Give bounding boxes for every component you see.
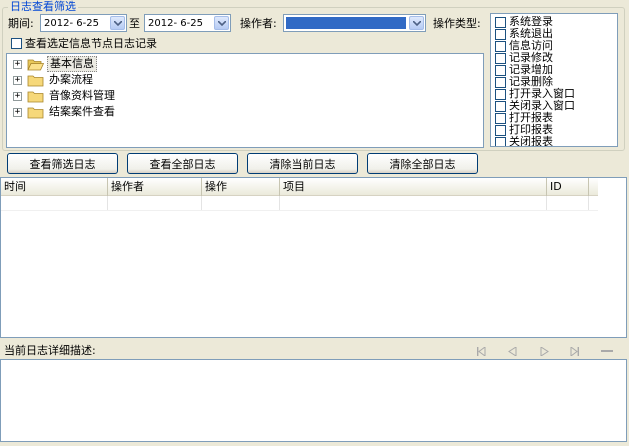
op-type-label: 关闭报表: [509, 135, 553, 147]
folder-icon: [27, 75, 44, 86]
checkbox-box[interactable]: [495, 100, 506, 112]
op-type-label: 操作类型:: [433, 17, 481, 30]
expand-icon[interactable]: +: [13, 91, 22, 101]
date-to-picker[interactable]: 2012- 6-25: [144, 14, 231, 32]
chevron-down-icon[interactable]: [214, 16, 229, 30]
operator-label: 操作者:: [240, 17, 277, 30]
column-divider: [107, 196, 108, 211]
tree-node[interactable]: + 办案流程: [7, 72, 95, 88]
folder-icon: [27, 91, 44, 102]
view-selected-checkbox[interactable]: 查看选定信息节点日志记录: [11, 37, 157, 50]
checkbox-box[interactable]: [495, 52, 506, 64]
log-table[interactable]: 时间 操作者 操作 项目 ID: [0, 177, 627, 338]
expand-icon[interactable]: +: [13, 75, 22, 85]
info-node-tree[interactable]: + 基本信息 + 办案流程 + 音像资料管理 + 结案案件查看: [6, 53, 484, 148]
delete-icon[interactable]: [596, 344, 618, 358]
view-selected-label: 查看选定信息节点日志记录: [25, 37, 157, 50]
column-header-id[interactable]: ID: [547, 178, 589, 196]
view-filtered-log-button[interactable]: 查看筛选日志: [7, 153, 118, 174]
chevron-down-icon[interactable]: [110, 16, 125, 30]
column-divider: [279, 196, 280, 211]
checkbox-box[interactable]: [495, 76, 506, 88]
tree-node[interactable]: + 基本信息: [7, 56, 97, 72]
tree-node-label: 结案案件查看: [49, 105, 115, 118]
checkbox-box[interactable]: [495, 136, 506, 146]
checkbox-box[interactable]: [495, 16, 506, 28]
operator-select[interactable]: [283, 14, 426, 32]
prev-icon[interactable]: [501, 344, 523, 358]
chevron-down-icon[interactable]: [409, 16, 424, 30]
checkbox-box[interactable]: [495, 28, 506, 40]
checkbox-box[interactable]: [495, 64, 506, 76]
column-divider: [588, 196, 589, 211]
last-icon[interactable]: [564, 344, 586, 358]
to-label: 至: [129, 17, 140, 30]
operator-selection: [286, 17, 406, 29]
detail-textarea[interactable]: [0, 359, 627, 442]
column-divider: [546, 196, 547, 211]
tree-node-label: 办案流程: [49, 73, 93, 86]
checkbox-box[interactable]: [495, 124, 506, 136]
tree-node[interactable]: + 音像资料管理: [7, 88, 117, 104]
checkbox-box[interactable]: [495, 112, 506, 124]
folder-icon: [27, 107, 44, 118]
date-to-value: 2012- 6-25: [148, 17, 203, 29]
date-from-picker[interactable]: 2012- 6-25: [40, 14, 127, 32]
column-header-time[interactable]: 时间: [1, 178, 108, 196]
checkbox-box[interactable]: [495, 88, 506, 100]
tree-node-label: 基本信息: [47, 56, 97, 72]
column-header-operation[interactable]: 操作: [202, 178, 280, 196]
tree-node-label: 音像资料管理: [49, 89, 115, 102]
column-header-item[interactable]: 项目: [280, 178, 547, 196]
table-header: 时间 操作者 操作 项目 ID: [1, 178, 598, 196]
detail-label: 当前日志详细描述:: [4, 344, 96, 357]
tree-node[interactable]: + 结案案件查看: [7, 104, 117, 120]
clear-current-log-button[interactable]: 清除当前日志: [247, 153, 358, 174]
open-folder-icon: [27, 59, 44, 70]
date-from-value: 2012- 6-25: [44, 17, 99, 29]
first-icon[interactable]: [470, 344, 492, 358]
row-divider: [1, 210, 598, 211]
filter-group-title: 日志查看筛选: [8, 0, 78, 13]
next-icon[interactable]: [533, 344, 555, 358]
clear-all-log-button[interactable]: 清除全部日志: [367, 153, 478, 174]
view-all-log-button[interactable]: 查看全部日志: [127, 153, 238, 174]
column-header-operator[interactable]: 操作者: [108, 178, 202, 196]
checkbox-box[interactable]: [11, 38, 22, 49]
op-type-list[interactable]: 系统登录 系统退出 信息访问 记录修改 记录增加 记录删除 打开录入窗口 关闭录…: [490, 13, 618, 147]
column-divider: [201, 196, 202, 211]
expand-icon[interactable]: +: [13, 59, 22, 69]
checkbox-box[interactable]: [495, 40, 506, 52]
expand-icon[interactable]: +: [13, 107, 22, 117]
period-label: 期间:: [8, 17, 34, 30]
op-type-item[interactable]: 关闭报表: [495, 135, 553, 147]
